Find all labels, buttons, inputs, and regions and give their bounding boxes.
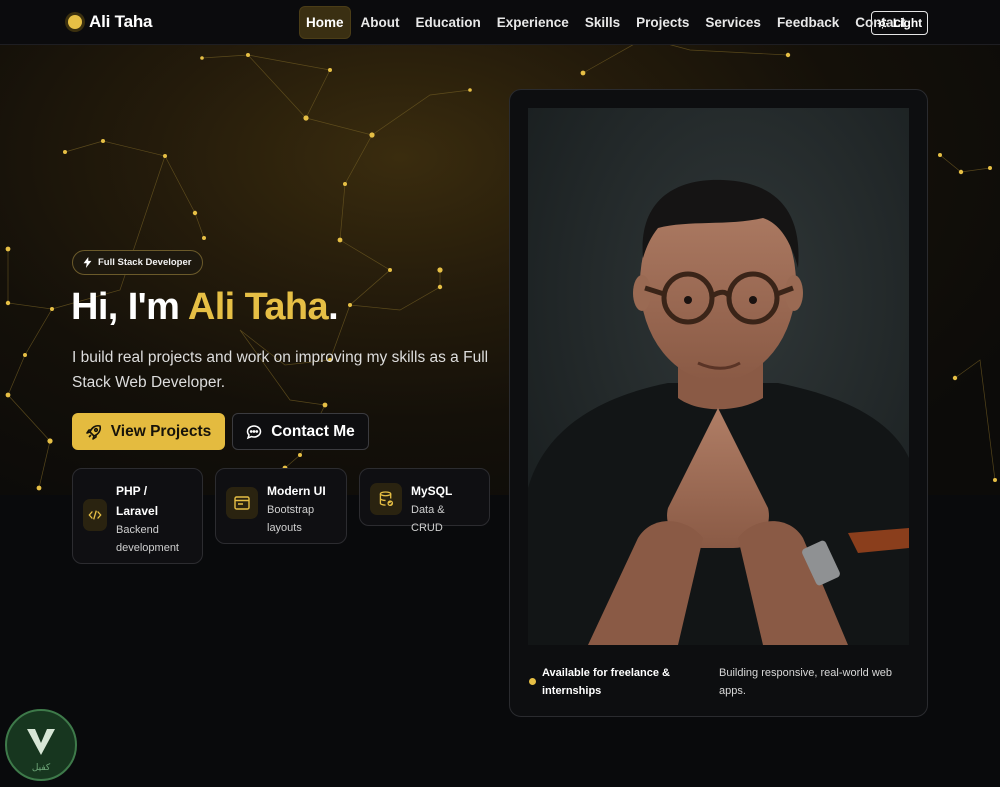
availability-dot-icon — [529, 678, 536, 685]
watermark-text: كفيل — [32, 763, 51, 773]
nav-link-home[interactable]: Home — [299, 6, 351, 39]
role-badge: Full Stack Developer — [72, 250, 204, 275]
nav-link-feedback[interactable]: Feedback — [771, 6, 845, 39]
theme-toggle-label: Light — [892, 16, 923, 30]
hero-subtitle: I build real projects and work on improv… — [72, 349, 489, 391]
lightning-icon — [83, 257, 92, 268]
contact-me-button[interactable]: Contact Me — [232, 413, 369, 450]
browser-window-icon — [226, 487, 258, 519]
chat-bubble-icon — [246, 424, 262, 439]
navbar: Ali Taha Home About Education Experience… — [0, 0, 1000, 45]
nav-link-education[interactable]: Education — [410, 6, 487, 39]
feature-description: Data & CRUD — [411, 504, 445, 534]
feature-description: Bootstrap layouts — [267, 504, 315, 534]
sun-icon — [877, 18, 888, 28]
brand-dot-icon — [68, 15, 82, 29]
availability-status: Available for freelance & internships — [542, 667, 670, 697]
hero-period: . — [328, 286, 339, 328]
feature-card-mysql: MySQL Data & CRUD — [359, 468, 490, 534]
brand-name: Ali Taha — [89, 12, 153, 31]
nav-link-projects[interactable]: Projects — [630, 6, 695, 39]
feature-title: MySQL — [411, 484, 453, 498]
feature-title: PHP / Laravel — [116, 484, 159, 518]
view-projects-label: View Projects — [110, 422, 212, 440]
role-badge-label: Full Stack Developer — [98, 257, 192, 268]
nav-link-about[interactable]: About — [355, 6, 406, 39]
view-projects-button[interactable]: View Projects — [72, 413, 225, 450]
nav-links: Home About Education Experience Skills P… — [299, 6, 915, 39]
theme-toggle-button[interactable]: Light — [871, 11, 928, 35]
nav-link-services[interactable]: Services — [699, 6, 767, 39]
contact-me-label: Contact Me — [271, 422, 355, 440]
feature-card-php-laravel: PHP / Laravel Backend development — [72, 468, 203, 564]
feature-description: Backend development — [116, 524, 179, 554]
code-icon — [83, 499, 107, 531]
brand-logo[interactable]: Ali Taha — [68, 12, 152, 32]
hero-title: Hi, I'm Ali Taha. — [71, 286, 339, 329]
nav-link-skills[interactable]: Skills — [579, 6, 626, 39]
rocket-icon — [85, 424, 101, 440]
nav-link-experience[interactable]: Experience — [491, 6, 575, 39]
feature-title: Modern UI — [267, 484, 326, 498]
watermark-logo: كفيل — [5, 709, 77, 781]
profile-card: Available for freelance & internships Bu… — [509, 89, 928, 717]
hero-greeting: Hi, I'm — [71, 286, 180, 328]
feature-card-modern-ui: Modern UI Bootstrap layouts — [215, 468, 347, 544]
database-icon — [370, 483, 402, 515]
profile-photo — [528, 108, 909, 645]
profile-tagline: Building responsive, real-world web apps… — [719, 667, 893, 697]
hero-name: Ali Taha — [187, 286, 329, 328]
